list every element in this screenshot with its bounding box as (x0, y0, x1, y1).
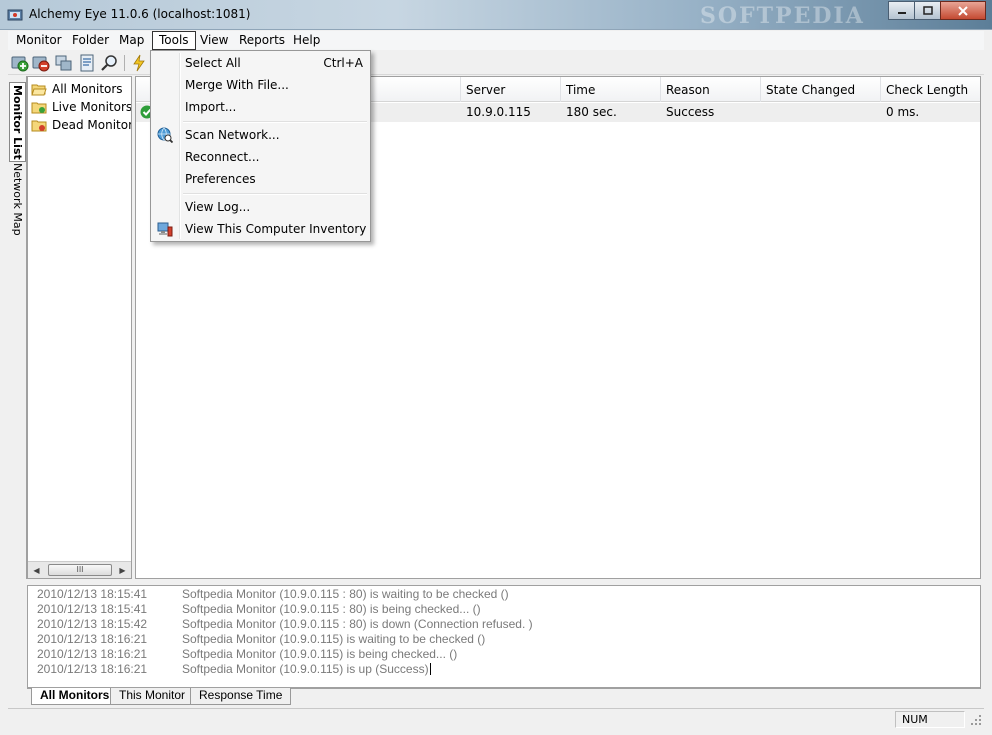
log-message: Softpedia Monitor (10.9.0.115) is up (Su… (182, 662, 431, 676)
menu-bar: Monitor Folder Map Tools View Reports He… (8, 31, 984, 50)
tab-this-monitor[interactable]: This Monitor (110, 688, 195, 705)
tree-item-label: All Monitors (52, 82, 123, 96)
side-vertical-tabs: Monitor List Network Map (8, 76, 27, 579)
log-tabs: All Monitors This Monitor Response Time (27, 688, 981, 706)
maximize-button[interactable] (914, 1, 941, 20)
num-lock-indicator: NUM (895, 711, 965, 728)
cell-time: 180 sec. (566, 105, 617, 119)
scan-network-icon (157, 127, 173, 143)
column-header-reason[interactable]: Reason (661, 77, 761, 102)
computer-inventory-icon (157, 222, 173, 237)
menu-item-view-computer-inventory[interactable]: View This Computer Inventory (153, 218, 368, 240)
folder-tree: All Monitors Live Monitors Dead Monitors… (27, 76, 132, 579)
menu-monitor[interactable]: Monitor (10, 31, 68, 50)
tree-item-label: Live Monitors (52, 100, 132, 114)
menu-help[interactable]: Help (287, 31, 326, 50)
menu-map[interactable]: Map (113, 31, 150, 50)
log-time: 2010/12/13 18:15:41 (37, 602, 148, 616)
status-bar: NUM (8, 708, 984, 728)
menu-item-select-all[interactable]: Select All Ctrl+A (153, 52, 368, 74)
maximize-icon (922, 6, 933, 15)
menu-item-label: View Log... (185, 200, 251, 214)
cell-check-length: 0 ms. (886, 105, 920, 119)
cell-server: 10.9.0.115 (466, 105, 531, 119)
menu-folder[interactable]: Folder (66, 31, 115, 50)
log-time: 2010/12/13 18:15:41 (37, 587, 148, 601)
scroll-right-icon[interactable]: ▶ (115, 562, 130, 578)
menu-item-import[interactable]: Import... (153, 96, 368, 118)
menu-item-view-log[interactable]: View Log... (153, 196, 368, 218)
menu-item-label: View This Computer Inventory (185, 222, 367, 236)
menu-item-merge-with-file[interactable]: Merge With File... (153, 74, 368, 96)
column-header-server[interactable]: Server (461, 77, 561, 102)
menu-item-label: Scan Network... (185, 128, 280, 142)
log-time: 2010/12/13 18:16:21 (37, 662, 148, 676)
copy-monitor-icon[interactable] (55, 54, 73, 72)
add-monitor-icon[interactable] (11, 54, 29, 72)
folder-icon (31, 120, 47, 131)
menu-view[interactable]: View (194, 31, 234, 50)
log-message: Softpedia Monitor (10.9.0.115) is being … (182, 647, 458, 661)
text-caret (429, 663, 431, 675)
tools-dropdown-menu: Select All Ctrl+A Merge With File... Imp… (150, 50, 371, 242)
menu-tools[interactable]: Tools (152, 31, 196, 50)
log-time: 2010/12/13 18:15:42 (37, 617, 148, 631)
menu-separator (183, 193, 367, 195)
run-check-icon[interactable] (130, 54, 148, 72)
minimize-icon (897, 11, 906, 14)
title-bar[interactable]: Alchemy Eye 11.0.6 (localhost:1081) SOFT… (0, 0, 992, 30)
watermark: SOFTPEDIA (700, 3, 865, 29)
app-window: Alchemy Eye 11.0.6 (localhost:1081) SOFT… (0, 0, 992, 735)
tree-horizontal-scrollbar[interactable]: ◀ III ▶ (28, 561, 131, 578)
close-icon (958, 5, 968, 16)
log-time: 2010/12/13 18:16:21 (37, 632, 148, 646)
log-message: Softpedia Monitor (10.9.0.115 : 80) is w… (182, 587, 509, 601)
column-header-state-changed[interactable]: State Changed (761, 77, 881, 102)
delete-monitor-icon[interactable] (32, 54, 50, 72)
open-folder-icon (31, 84, 47, 95)
tab-response-time[interactable]: Response Time (190, 688, 292, 705)
close-button[interactable] (940, 1, 986, 20)
menu-item-reconnect[interactable]: Reconnect... (153, 146, 368, 168)
app-icon (7, 9, 23, 21)
tab-network-map[interactable]: Network Map (9, 162, 26, 236)
tab-monitor-list[interactable]: Monitor List (9, 82, 26, 162)
menu-item-label: Preferences (185, 172, 256, 186)
menu-item-preferences[interactable]: Preferences (153, 168, 368, 190)
cell-reason: Success (666, 105, 715, 119)
scroll-thumb[interactable]: III (48, 564, 112, 576)
menu-separator (183, 121, 367, 123)
log-message-text: Softpedia Monitor (10.9.0.115) is up (Su… (182, 662, 429, 676)
column-header-time[interactable]: Time (561, 77, 661, 102)
tree-item-label: Dead Monitors (52, 118, 132, 132)
minimize-button[interactable] (888, 1, 915, 20)
menu-item-label: Merge With File... (185, 78, 289, 92)
column-header-check-length[interactable]: Check Length (881, 77, 980, 102)
tree-item-all-monitors[interactable]: All Monitors (31, 80, 123, 98)
menu-item-label: Reconnect... (185, 150, 260, 164)
menu-item-label: Select All (185, 56, 241, 70)
menu-item-scan-network[interactable]: Scan Network... (153, 124, 368, 146)
toolbar-separator (124, 55, 125, 71)
scroll-left-icon[interactable]: ◀ (29, 562, 44, 578)
log-message: Softpedia Monitor (10.9.0.115) is waitin… (182, 632, 486, 646)
log-message: Softpedia Monitor (10.9.0.115 : 80) is b… (182, 602, 481, 616)
window-controls (888, 1, 986, 20)
properties-icon[interactable] (78, 54, 96, 72)
tab-all-monitors[interactable]: All Monitors (31, 688, 119, 705)
tree-item-live-monitors[interactable]: Live Monitors (31, 98, 132, 116)
tree-item-dead-monitors[interactable]: Dead Monitors (31, 116, 132, 134)
folder-icon (31, 102, 47, 113)
menu-reports[interactable]: Reports (233, 31, 291, 50)
resize-grip-icon[interactable] (970, 714, 982, 726)
find-icon[interactable] (101, 54, 119, 72)
event-log[interactable]: 2010/12/13 18:15:41 Softpedia Monitor (1… (27, 585, 981, 688)
log-message: Softpedia Monitor (10.9.0.115 : 80) is d… (182, 617, 533, 631)
log-time: 2010/12/13 18:16:21 (37, 647, 148, 661)
window-title: Alchemy Eye 11.0.6 (localhost:1081) (29, 7, 251, 21)
cell-state-changed (761, 103, 766, 122)
menu-item-label: Import... (185, 100, 237, 114)
menu-item-shortcut: Ctrl+A (323, 56, 363, 70)
